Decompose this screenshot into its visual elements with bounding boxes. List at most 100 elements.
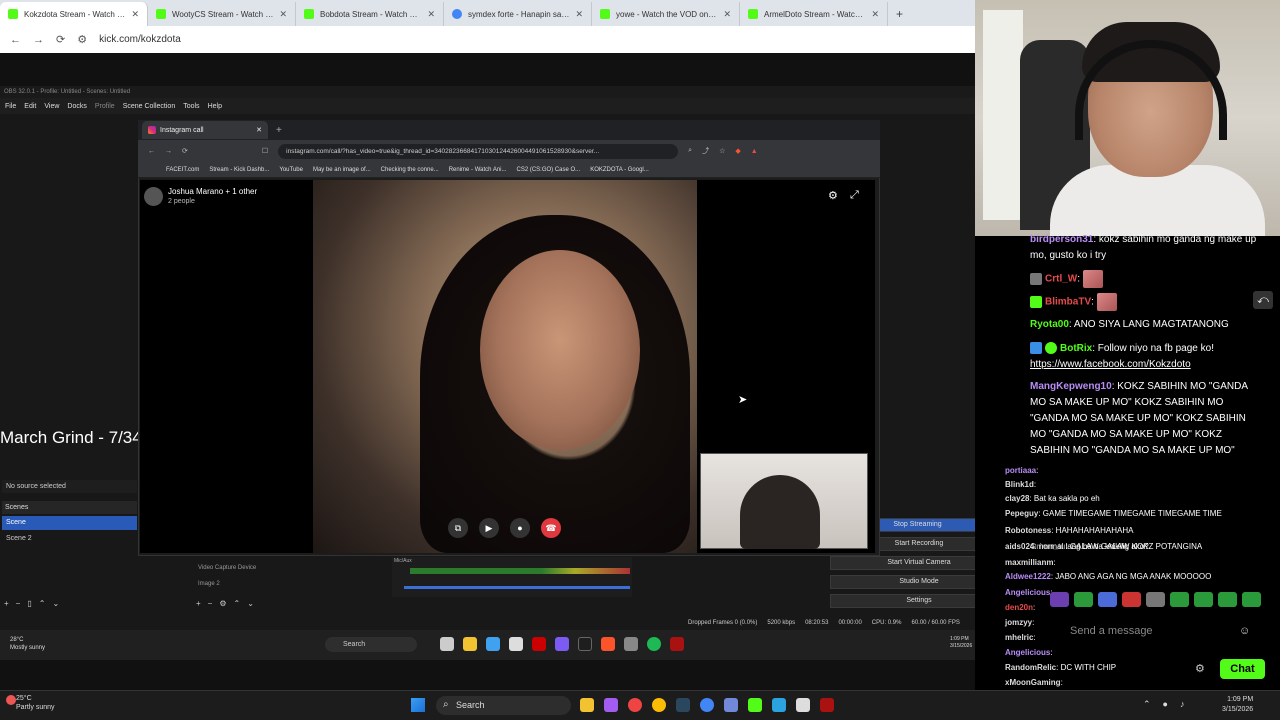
microphone-icon[interactable]: ● xyxy=(1163,699,1168,710)
tab-kokzdota[interactable]: Kokzdota Stream - Watch Live ✕ xyxy=(0,2,148,26)
dota-icon[interactable] xyxy=(670,637,684,651)
new-tab-icon[interactable]: + xyxy=(276,125,282,136)
up-icon[interactable]: ⌃ xyxy=(39,599,46,608)
close-icon[interactable]: ✕ xyxy=(871,9,879,20)
emote-icon[interactable] xyxy=(1170,592,1189,607)
obs-menu-edit[interactable]: Edit xyxy=(24,103,36,110)
chrome-icon[interactable] xyxy=(652,698,666,712)
camera-icon[interactable]: ▶ xyxy=(479,518,499,538)
remove-icon[interactable]: − xyxy=(16,599,21,608)
microphone-icon[interactable]: ● xyxy=(510,518,530,538)
emote-icon[interactable] xyxy=(1194,592,1213,607)
kick-icon[interactable] xyxy=(748,698,762,712)
back-icon[interactable]: ← xyxy=(148,148,155,155)
volume-slider[interactable] xyxy=(404,586,630,589)
tab-instagram-call[interactable]: Instagram call ✕ xyxy=(142,121,268,139)
search-icon[interactable]: ⌕ xyxy=(688,147,692,155)
source-item[interactable]: Video Capture Device xyxy=(198,565,256,571)
tab-google-search[interactable]: symdex forte - Hanapin sa Goo ✕ xyxy=(444,2,592,26)
bookmark-item[interactable]: Stream - Kick Dashb... xyxy=(209,167,269,173)
remove-icon[interactable]: − xyxy=(208,599,213,608)
windows-start-icon[interactable] xyxy=(411,698,425,712)
obs-menu-docks[interactable]: Docks xyxy=(67,103,86,110)
obs-icon[interactable] xyxy=(624,637,638,651)
site-info-icon[interactable]: ⚙ xyxy=(77,33,87,46)
emoji-icon[interactable]: ☺ xyxy=(1239,625,1250,637)
scene-item[interactable]: Scene 2 xyxy=(2,532,137,546)
discord-icon[interactable] xyxy=(555,637,569,651)
emote-icon[interactable] xyxy=(1050,592,1069,607)
bookmark-item[interactable]: FACEIT.com xyxy=(166,167,199,173)
chat-send-button[interactable]: Chat xyxy=(1220,659,1265,679)
gear-icon[interactable]: ⚙ xyxy=(1195,662,1205,675)
bookmark-item[interactable]: Renime - Watch Ani... xyxy=(449,167,507,173)
obs-menu-view[interactable]: View xyxy=(44,103,59,110)
close-icon[interactable]: ✕ xyxy=(575,9,583,20)
discord-icon[interactable] xyxy=(724,698,738,712)
bookmark-item[interactable]: Checking the conne... xyxy=(381,167,439,173)
reload-icon[interactable]: ⟳ xyxy=(182,147,188,155)
emote-icon[interactable] xyxy=(1074,592,1093,607)
up-icon[interactable]: ⌃ xyxy=(234,599,241,608)
bookmark-item[interactable]: YouTube xyxy=(279,167,303,173)
emote-icon[interactable] xyxy=(1218,592,1237,607)
forward-icon[interactable]: → xyxy=(165,148,172,155)
copilot-icon[interactable] xyxy=(604,698,618,712)
scene-item[interactable]: Scene xyxy=(2,516,137,530)
store-icon[interactable] xyxy=(509,637,523,651)
volume-icon[interactable]: ♪ xyxy=(1180,699,1185,710)
bookmark-icon[interactable]: ☐ xyxy=(262,147,268,155)
tab-yowe[interactable]: yowe - Watch the VOD on Kick ✕ xyxy=(592,2,740,26)
acrobat-icon[interactable] xyxy=(532,637,546,651)
system-clock[interactable]: 1:09 PM 3/15/2026 xyxy=(1222,695,1253,715)
chat-link[interactable]: https://www.facebook.com/Kokzdoto xyxy=(1030,357,1262,373)
weather-widget[interactable]: 25°C Partly sunny xyxy=(16,694,55,712)
chrome-icon[interactable] xyxy=(700,698,714,712)
gear-icon[interactable]: ⚙ xyxy=(828,189,838,202)
close-icon[interactable]: ✕ xyxy=(427,9,435,20)
chat-input[interactable]: Send a message xyxy=(1040,620,1260,642)
tab-armeldoto[interactable]: ArmelDoto Stream - Watch Live ✕ xyxy=(740,2,888,26)
end-call-icon[interactable]: ☎ xyxy=(541,518,561,538)
snipping-tool-icon[interactable] xyxy=(796,698,810,712)
brave-icon[interactable] xyxy=(601,637,615,651)
gear-icon[interactable]: ⚙ xyxy=(219,599,226,608)
instagram-url-field[interactable]: instagram.com/call/?has_video=true&ig_th… xyxy=(278,143,679,159)
edge-icon[interactable] xyxy=(486,637,500,651)
folder-icon[interactable] xyxy=(580,698,594,712)
close-icon[interactable]: ✕ xyxy=(279,9,287,20)
bookmark-item[interactable]: May be an image of... xyxy=(313,167,371,173)
steam-icon[interactable] xyxy=(578,637,592,651)
filter-icon[interactable]: ▯ xyxy=(27,599,31,608)
chevron-up-icon[interactable]: ⌃ xyxy=(1143,699,1151,710)
share-icon[interactable]: ⤴ xyxy=(702,146,709,156)
source-item[interactable]: Image 2 xyxy=(198,581,220,587)
brave-shield-icon[interactable]: ◆ xyxy=(735,147,740,155)
obs-menu-tools[interactable]: Tools xyxy=(183,103,199,110)
down-icon[interactable]: ⌄ xyxy=(52,599,59,608)
taskbar-search[interactable]: Search xyxy=(436,696,571,715)
expand-icon[interactable]: ⤢ xyxy=(850,189,859,202)
reload-icon[interactable]: ⟳ xyxy=(56,33,65,46)
close-icon[interactable]: ✕ xyxy=(131,9,139,20)
task-view-icon[interactable] xyxy=(440,637,454,651)
emote-icon[interactable] xyxy=(1098,592,1117,607)
tab-wootycs[interactable]: WootyCS Stream - Watch Live on✕ xyxy=(148,2,296,26)
screen-share-icon[interactable]: ⧉ xyxy=(448,518,468,538)
back-icon[interactable]: ← xyxy=(10,34,21,46)
obs-menu-help[interactable]: Help xyxy=(208,103,222,110)
close-icon[interactable]: ✕ xyxy=(723,9,731,20)
add-icon[interactable]: + xyxy=(196,599,201,608)
bookmark-item[interactable]: CS2 (CS:GO) Case O... xyxy=(517,167,581,173)
brave-rewards-icon[interactable]: ▲ xyxy=(751,148,758,155)
spotify-icon[interactable] xyxy=(647,637,661,651)
emote-icon[interactable] xyxy=(1242,592,1261,607)
add-icon[interactable]: + xyxy=(4,599,9,608)
steam-icon[interactable] xyxy=(676,698,690,712)
telegram-icon[interactable] xyxy=(772,698,786,712)
url-field[interactable]: kick.com/kokzdota xyxy=(99,34,181,45)
inner-search-box[interactable]: Search xyxy=(325,637,417,652)
bookmark-item[interactable]: KOKZDOTA - Googl... xyxy=(590,167,649,173)
folder-icon[interactable] xyxy=(463,637,477,651)
down-icon[interactable]: ⌄ xyxy=(247,599,254,608)
